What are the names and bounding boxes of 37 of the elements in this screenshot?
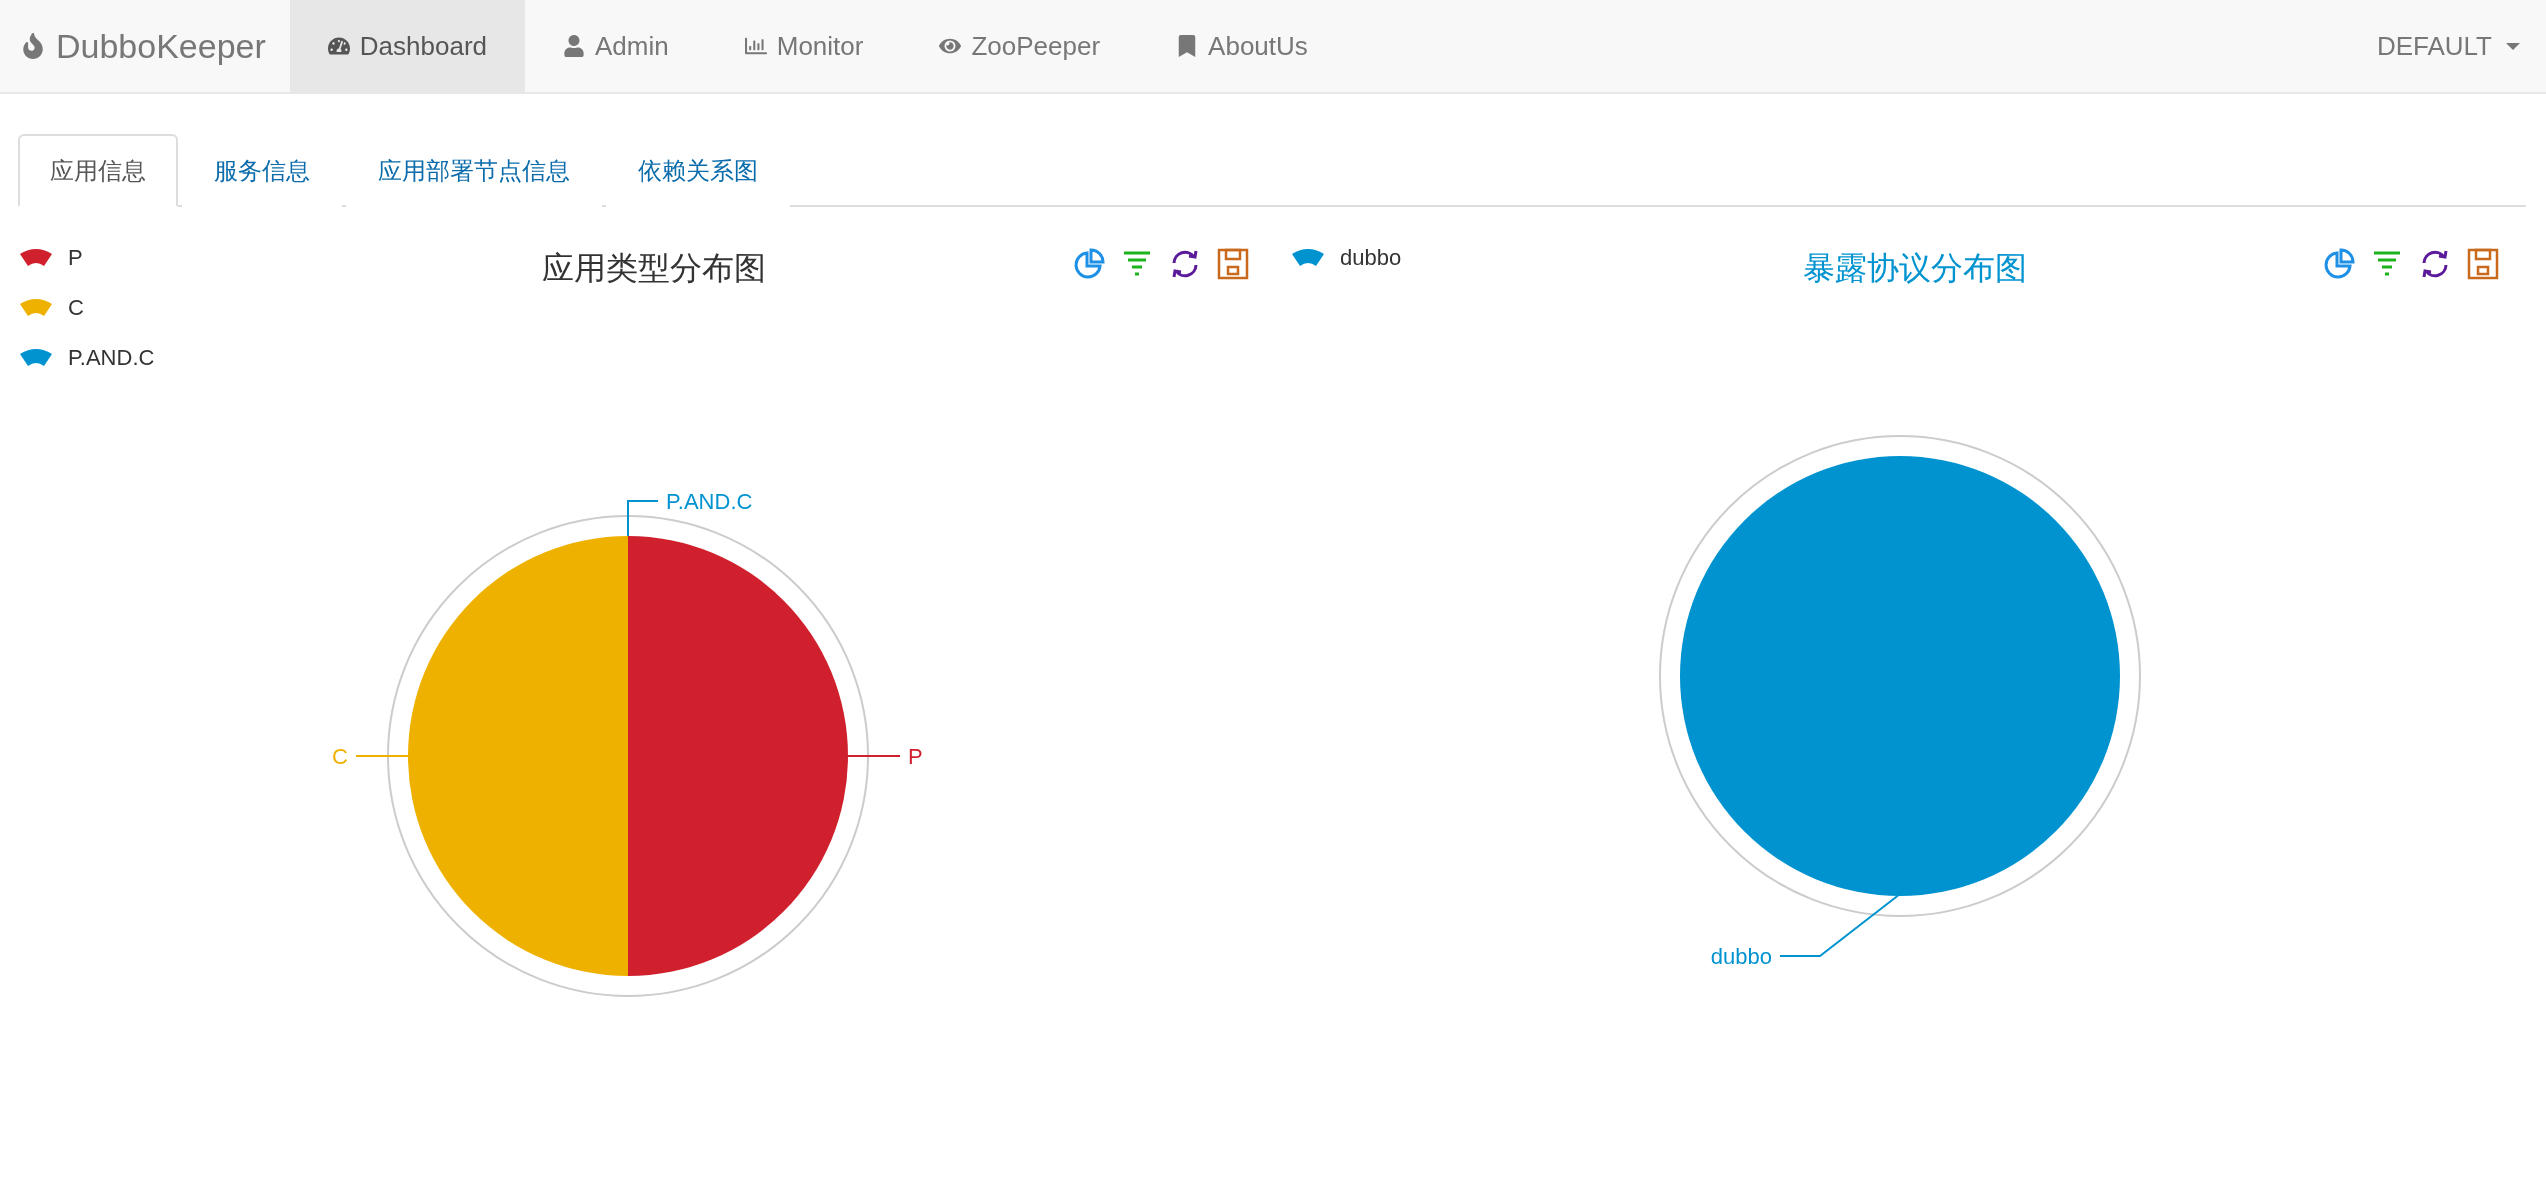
chart-title: 暴露协议分布图 <box>1802 249 2028 288</box>
brand-logo[interactable]: DubboKeeper <box>0 0 290 92</box>
gauge-icon <box>327 35 350 57</box>
nav-item[interactable]: ZooPeeper <box>901 0 1139 92</box>
legend-item[interactable]: P.AND.C <box>18 345 318 371</box>
nav-item[interactable]: Monitor <box>706 0 902 92</box>
legend-item[interactable]: P <box>18 245 318 271</box>
user-icon <box>563 35 586 57</box>
chart-title: 应用类型分布图 <box>541 249 767 288</box>
caret-icon <box>2506 42 2520 50</box>
flame-icon <box>20 33 46 59</box>
legend-fan-icon <box>1290 248 1326 268</box>
namespace-dropdown[interactable]: DEFAULT <box>2350 0 2546 92</box>
legend-fan-icon <box>18 298 54 318</box>
pie-chart-icon[interactable] <box>1072 247 1106 281</box>
pie-chart-icon[interactable] <box>2322 247 2356 281</box>
nav-item[interactable]: Dashboard <box>289 0 526 92</box>
leader-line <box>847 755 901 757</box>
slice-label: P.AND.C <box>666 489 753 514</box>
legend-fan-icon <box>18 348 54 368</box>
legend-item[interactable]: dubbo <box>1290 245 1590 271</box>
brand-name: DubboKeeper <box>56 26 266 66</box>
slice-label: dubbo <box>1710 944 1772 969</box>
pie-slice[interactable] <box>628 536 848 976</box>
legend-fan-icon <box>18 248 54 268</box>
save-icon[interactable] <box>1216 247 1250 281</box>
save-icon[interactable] <box>2466 247 2500 281</box>
slice-label: C <box>332 744 348 769</box>
slice-label: P <box>908 744 923 769</box>
leader-line <box>627 500 659 537</box>
nav-item[interactable]: AboutUs <box>1138 0 1346 92</box>
bar-chart-icon <box>744 35 767 57</box>
legend-item[interactable]: C <box>18 295 318 321</box>
pie-slice[interactable] <box>1680 456 2120 896</box>
tab[interactable]: 应用信息 <box>18 134 178 207</box>
leader-line <box>355 755 409 757</box>
nav-item[interactable]: Admin <box>525 0 707 92</box>
